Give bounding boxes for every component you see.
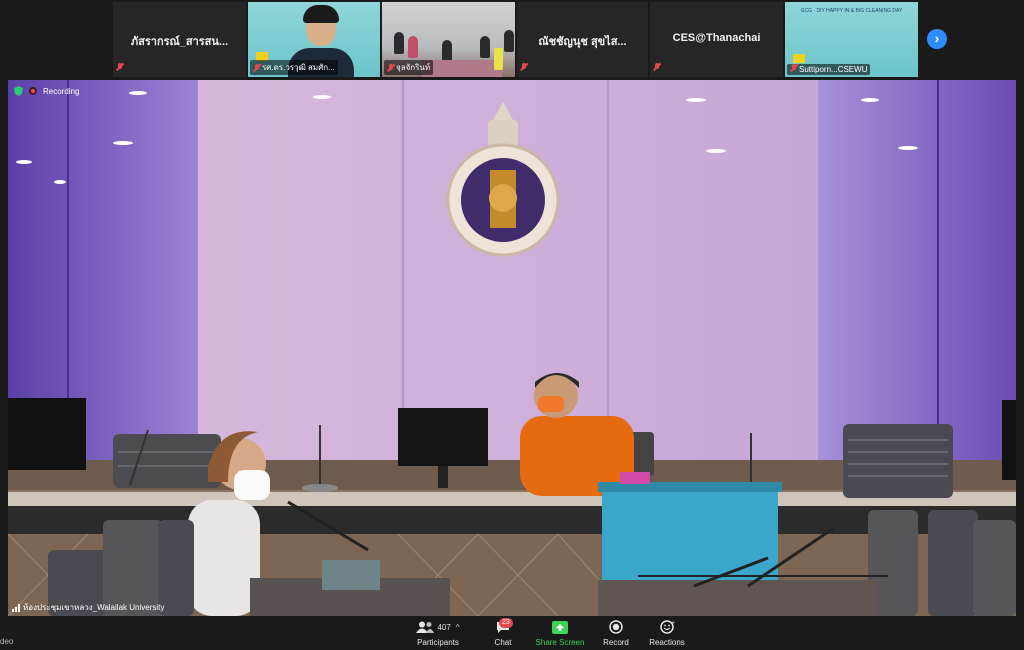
- participant-name-label: จุลจักรินท์: [384, 60, 434, 75]
- chevron-right-icon: ›: [934, 30, 940, 46]
- svg-text:+: +: [671, 620, 675, 626]
- smiley-icon: +: [659, 620, 675, 634]
- speaker-name-label: ห้องประชุมเขาหลวง_Walailak University: [12, 601, 164, 614]
- speaker-name: ห้องประชุมเขาหลวง_Walailak University: [23, 603, 165, 612]
- recording-label: Recording: [43, 86, 80, 96]
- record-label: Record: [603, 638, 629, 647]
- participant-name-label: Suttiporn...CSEWU: [787, 64, 871, 75]
- share-screen-icon: [552, 620, 568, 634]
- video-table: [422, 60, 502, 77]
- mic-muted-icon: [653, 63, 661, 71]
- participant-tile[interactable]: CES@Thanachai: [650, 2, 783, 77]
- shared-banner-text: GCG · DIY HAPPY IN & BIG CLEANING DAY: [800, 8, 903, 14]
- reactions-label: Reactions: [649, 638, 685, 647]
- meeting-toolbar: deo 407 ^ Participants 23 Chat Share Scr…: [0, 616, 1024, 650]
- mic-muted-icon: [253, 64, 261, 72]
- meeting-room-video-image: [8, 80, 1016, 616]
- next-page-button[interactable]: ›: [927, 29, 947, 49]
- participant-name: ภัสรากรณ์_สารสน...: [130, 36, 229, 48]
- chat-unread-badge: 23: [499, 618, 513, 628]
- shield-icon: [14, 86, 23, 96]
- participant-tile-video[interactable]: รศ.ดร.วรวุฒิ สมศัก...: [248, 2, 380, 77]
- video-person: [504, 30, 514, 52]
- participant-name: CES@Thanachai: [672, 32, 761, 44]
- signal-bars-icon: [12, 603, 20, 612]
- record-icon: [609, 620, 623, 634]
- mic-muted-icon: [116, 63, 124, 71]
- participant-tile[interactable]: ภัสรากรณ์_สารสน...: [113, 2, 246, 77]
- video-person: [394, 32, 404, 54]
- mic-muted-icon: [387, 64, 395, 72]
- mic-muted-icon: [520, 63, 528, 71]
- record-dot-icon: [29, 87, 37, 95]
- participants-button[interactable]: 407 ^ Participants: [414, 619, 462, 647]
- video-bottle: [494, 48, 503, 70]
- share-screen-button[interactable]: Share Screen: [535, 619, 585, 647]
- share-screen-label: Share Screen: [535, 638, 585, 647]
- mic-muted-icon: [790, 64, 798, 72]
- recording-indicator[interactable]: Recording: [14, 86, 79, 96]
- video-person: [408, 36, 418, 58]
- participant-video-hair: [303, 5, 339, 23]
- participant-tile-video[interactable]: GCG · DIY HAPPY IN & BIG CLEANING DAY Su…: [785, 2, 918, 77]
- stop-video-label-cut[interactable]: deo: [0, 637, 13, 646]
- zoom-meeting-window: ภัสรากรณ์_สารสน... รศ.ดร.วรวุฒิ สมศัก...: [0, 0, 1024, 650]
- main-speaker-video: Recording ห้องประชุมเขาหลวง_Walailak Uni…: [8, 80, 1016, 616]
- reactions-button[interactable]: + Reactions: [648, 619, 686, 647]
- participant-name-label: รศ.ดร.วรวุฒิ สมศัก...: [250, 60, 338, 75]
- gallery-strip: ภัสรากรณ์_สารสน... รศ.ดร.วรวุฒิ สมศัก...: [0, 0, 1024, 80]
- participant-name: ณัชชัญนุช สุขไส...: [538, 36, 627, 48]
- banner-logo-image: [793, 54, 805, 63]
- participant-tile-video[interactable]: จุลจักรินท์: [382, 2, 515, 77]
- chat-label: Chat: [494, 638, 512, 647]
- video-person: [442, 40, 452, 62]
- chat-button[interactable]: 23 Chat: [487, 618, 519, 647]
- record-button[interactable]: Record: [601, 619, 631, 647]
- participants-label: Participants: [417, 638, 459, 647]
- video-person: [480, 36, 490, 58]
- participant-tile[interactable]: ณัชชัญนุช สุขไส...: [517, 2, 648, 77]
- participants-count: 407: [437, 622, 451, 632]
- participants-icon: [416, 621, 435, 633]
- caret-up-icon[interactable]: ^: [456, 623, 460, 632]
